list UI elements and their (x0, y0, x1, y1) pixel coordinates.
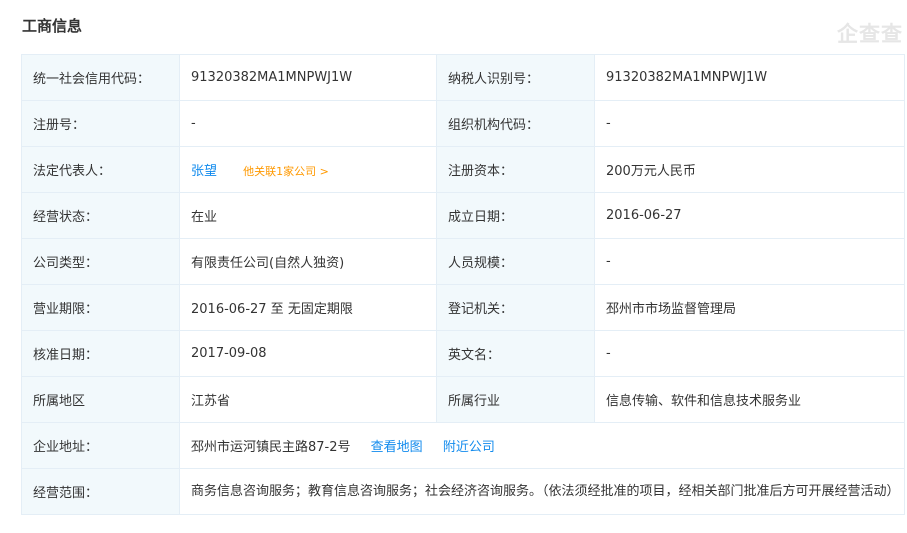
region-label: 所属地区 (21, 376, 180, 423)
term-label: 营业期限： (21, 284, 180, 331)
table-row: 经营状态： 在业 成立日期： 2016-06-27 (21, 192, 905, 239)
address-value: 邳州市运河镇民主路87-2号 (191, 440, 351, 455)
table-row: 所属地区 江苏省 所属行业 信息传输、软件和信息技术服务业 (21, 376, 905, 423)
org-code-value: - (594, 100, 905, 147)
industry-label: 所属行业 (436, 376, 595, 423)
business-info-table: 统一社会信用代码： 91320382MA1MNPWJ1W 纳税人识别号： 913… (21, 54, 905, 515)
table-row: 营业期限： 2016-06-27 至 无固定期限 登记机关： 邳州市市场监督管理… (21, 284, 905, 331)
scope-value: 商务信息咨询服务；教育信息咨询服务；社会经济咨询服务。（依法须经批准的项目，经相… (179, 468, 905, 515)
staff-size-label: 人员规模： (436, 238, 595, 285)
english-name-value: - (594, 330, 905, 377)
table-row: 核准日期： 2017-09-08 英文名： - (21, 330, 905, 377)
table-row: 注册号： - 组织机构代码： - (21, 100, 905, 147)
address-cell: 邳州市运河镇民主路87-2号 查看地图 附近公司 (179, 422, 905, 469)
org-code-label: 组织机构代码： (436, 100, 595, 147)
legal-rep-cell: 张望 他关联1家公司 > (179, 146, 437, 193)
region-value: 江苏省 (179, 376, 437, 423)
founded-label: 成立日期： (436, 192, 595, 239)
company-type-value: 有限责任公司(自然人独资) (179, 238, 437, 285)
authority-label: 登记机关： (436, 284, 595, 331)
taxpayer-id-value: 91320382MA1MNPWJ1W (594, 54, 905, 101)
english-name-label: 英文名： (436, 330, 595, 377)
table-row: 企业地址： 邳州市运河镇民主路87-2号 查看地图 附近公司 (21, 422, 905, 469)
scope-label: 经营范围： (21, 468, 180, 515)
section-title: 工商信息 (22, 17, 83, 35)
status-label: 经营状态： (21, 192, 180, 239)
reg-no-label: 注册号： (21, 100, 180, 147)
term-value: 2016-06-27 至 无固定期限 (179, 284, 437, 331)
taxpayer-id-label: 纳税人识别号： (436, 54, 595, 101)
reg-no-value: - (179, 100, 437, 147)
view-map-link[interactable]: 查看地图 (371, 440, 423, 455)
credit-code-label: 统一社会信用代码： (21, 54, 180, 101)
legal-rep-link[interactable]: 张望 (191, 164, 217, 179)
reg-capital-label: 注册资本： (436, 146, 595, 193)
related-companies-link[interactable]: 他关联1家公司 > (243, 165, 329, 178)
address-label: 企业地址： (21, 422, 180, 469)
staff-size-value: - (594, 238, 905, 285)
approval-date-label: 核准日期： (21, 330, 180, 377)
status-value: 在业 (179, 192, 437, 239)
table-row: 法定代表人： 张望 他关联1家公司 > 注册资本： 200万元人民币 (21, 146, 905, 193)
nearby-companies-link[interactable]: 附近公司 (443, 440, 495, 455)
legal-rep-label: 法定代表人： (21, 146, 180, 193)
table-row: 经营范围： 商务信息咨询服务；教育信息咨询服务；社会经济咨询服务。（依法须经批准… (21, 468, 905, 515)
table-row: 公司类型： 有限责任公司(自然人独资) 人员规模： - (21, 238, 905, 285)
table-row: 统一社会信用代码： 91320382MA1MNPWJ1W 纳税人识别号： 913… (21, 54, 905, 101)
approval-date-value: 2017-09-08 (179, 330, 437, 377)
authority-value: 邳州市市场监督管理局 (594, 284, 905, 331)
reg-capital-value: 200万元人民币 (594, 146, 905, 193)
credit-code-value: 91320382MA1MNPWJ1W (179, 54, 437, 101)
watermark-logo: 企查查 (837, 22, 903, 46)
company-type-label: 公司类型： (21, 238, 180, 285)
founded-value: 2016-06-27 (594, 192, 905, 239)
industry-value: 信息传输、软件和信息技术服务业 (594, 376, 905, 423)
